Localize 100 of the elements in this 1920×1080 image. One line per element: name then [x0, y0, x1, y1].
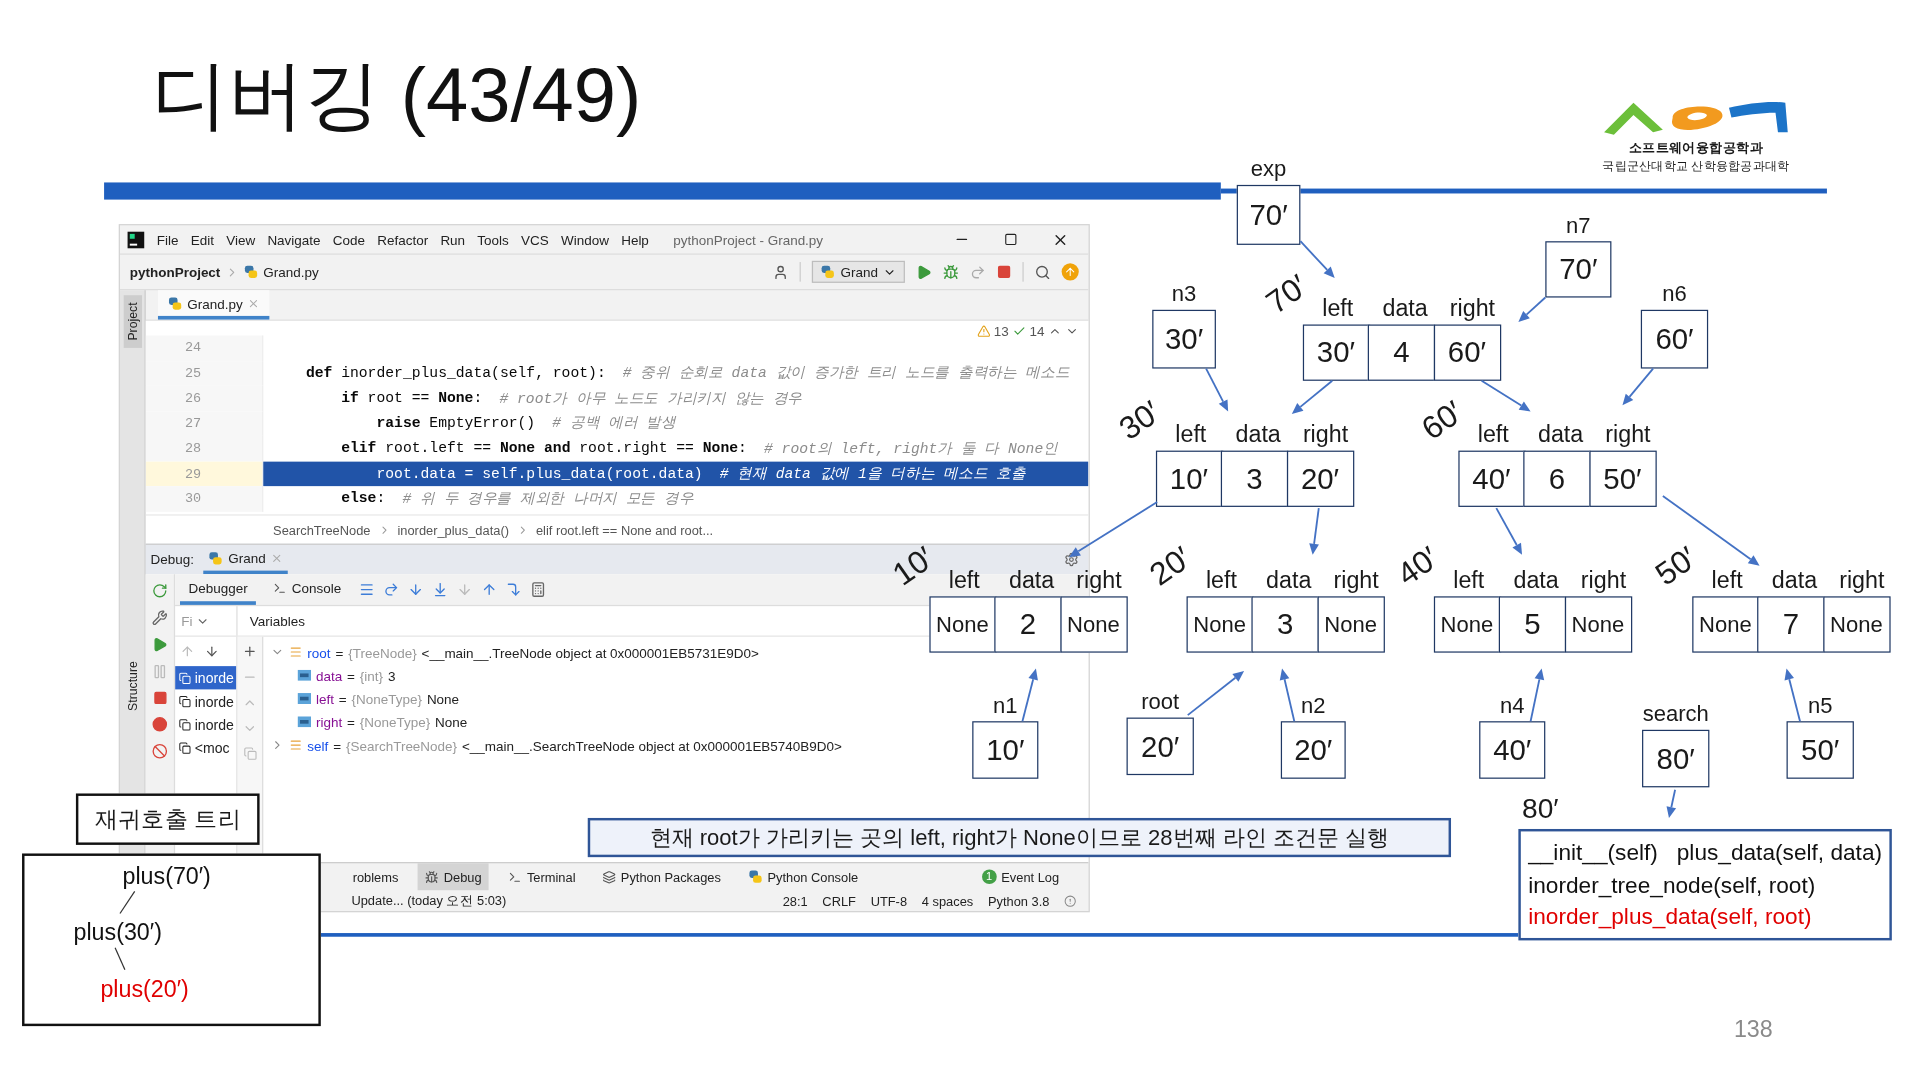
indent-setting[interactable]: 4 spaces — [921, 893, 974, 908]
step-into-icon[interactable] — [407, 581, 424, 598]
equals-sign: = — [347, 667, 355, 683]
bug-icon — [425, 870, 439, 884]
resume-icon[interactable] — [151, 636, 168, 653]
python-icon — [167, 295, 183, 311]
menu-item[interactable]: File — [156, 232, 179, 247]
add-icon[interactable] — [242, 644, 258, 659]
maximize-icon[interactable] — [1004, 232, 1018, 247]
update-icon[interactable] — [1061, 263, 1079, 281]
line-number: 26 — [184, 390, 202, 406]
node-cell: 5 — [1498, 596, 1567, 653]
menu-item[interactable]: Navigate — [267, 232, 321, 247]
search-icon[interactable] — [1034, 263, 1051, 280]
variable-type: {TreeNode} — [348, 644, 417, 660]
menu-item[interactable]: Code — [332, 232, 365, 247]
caption-box: 현재 root가 가리키는 곳의 left, right가 None이므로 28번째 라인 조건문 실행 — [587, 817, 1451, 858]
line-number: 27 — [184, 416, 202, 431]
rerun-icon[interactable] — [151, 582, 168, 599]
line-separator[interactable]: CRLF — [822, 893, 856, 908]
wrench-icon[interactable] — [151, 609, 168, 626]
variable-value: <__main__.TreeNode object at 0x000001EB5731E9D0> — [421, 644, 759, 660]
run-config-dropdown[interactable]: Grand — [812, 260, 905, 283]
run-to-cursor-icon[interactable] — [505, 581, 522, 598]
stack-frame[interactable]: inorde — [175, 689, 237, 713]
pointer-arrow — [1480, 379, 1531, 412]
tool-tab[interactable]: Terminal — [501, 863, 583, 891]
editor-tab[interactable]: Grand.py — [157, 290, 270, 320]
settings-icon[interactable] — [1064, 552, 1079, 567]
reference-box: 10′ — [972, 721, 1039, 779]
equals-sign: = — [335, 644, 344, 660]
variable-value: 3 — [387, 667, 396, 683]
pointer-arrow — [1784, 668, 1801, 723]
tool-tab[interactable]: Python Packages — [595, 863, 729, 891]
menu-item[interactable]: Window — [561, 232, 609, 247]
menu-item[interactable]: Tools — [477, 232, 509, 247]
menu-item[interactable]: Help — [621, 232, 649, 247]
code-line: else: # 위 두 경우를 제외한 나머지 모든 경우 — [340, 489, 695, 510]
node-cell: 7 — [1757, 596, 1825, 653]
node-cell: 3 — [1220, 450, 1289, 507]
field-label: data — [1536, 421, 1585, 449]
side-tab[interactable]: Project — [123, 295, 142, 348]
mute-breakpoints-icon[interactable] — [151, 743, 168, 760]
app-logo-icon — [127, 230, 145, 248]
variable-name: root — [307, 644, 331, 660]
recursion-tree-title: 재귀호출 트리 — [75, 793, 260, 845]
menu-icon[interactable] — [358, 581, 375, 598]
code-crumb[interactable]: inorder_plus_data() — [397, 522, 509, 537]
menu-item[interactable]: Run — [440, 232, 466, 247]
stack-frame[interactable]: <moc — [175, 735, 237, 760]
step-over-icon[interactable] — [382, 581, 399, 598]
field-icon — [297, 693, 311, 705]
menu-item[interactable]: Edit — [190, 232, 214, 247]
side-tab[interactable]: Structure — [123, 654, 142, 719]
cursor-position[interactable]: 28:1 — [782, 893, 808, 908]
reference-box: 40′ — [1479, 721, 1546, 779]
project-crumb[interactable]: pythonProject — [129, 264, 221, 280]
node-name: 60′ — [1413, 392, 1471, 450]
file-crumb[interactable]: Grand.py — [263, 264, 319, 280]
menu-item[interactable]: VCS — [521, 232, 549, 247]
code-line: raise EmptyError() # 공백 에러 발생 — [375, 413, 677, 435]
file-encoding[interactable]: UTF-8 — [870, 893, 908, 908]
stop-icon[interactable] — [996, 264, 1012, 280]
variable-name: data — [315, 667, 343, 683]
variable-value: None — [426, 691, 460, 706]
up-icon[interactable] — [180, 644, 195, 659]
debugger-tab[interactable]: Debugger — [180, 574, 257, 605]
tool-tab[interactable]: Debug — [418, 863, 489, 891]
field-label: data — [1770, 566, 1819, 594]
menu-item[interactable]: View — [226, 232, 256, 247]
pointer-arrow — [1021, 668, 1038, 723]
equals-sign: = — [338, 691, 347, 706]
calculator-icon[interactable] — [529, 581, 546, 598]
line-number: 25 — [184, 365, 202, 381]
passed-count: 14 — [1029, 323, 1045, 338]
code-line: elif root.left == None and root.right == None: # root의 left, right가 둘 다 None인 — [340, 438, 1059, 460]
reference-box: 20′ — [1126, 717, 1194, 776]
field-label: data — [1265, 566, 1313, 594]
node-cell: 40′ — [1457, 450, 1526, 507]
code-crumb[interactable]: SearchTreeNode — [273, 522, 371, 537]
breakpoints-icon[interactable] — [151, 716, 168, 733]
interpreter-setting[interactable]: Python 3.8 — [987, 893, 1050, 908]
reference-box: 30′ — [1152, 309, 1216, 369]
node-cell: None — [1822, 596, 1890, 653]
menu-item[interactable]: Refactor — [377, 232, 429, 247]
terminal-icon — [273, 581, 287, 595]
stack-frame[interactable]: inorde — [175, 712, 237, 736]
down-icon[interactable] — [204, 644, 220, 659]
tool-tab[interactable]: roblems — [345, 863, 406, 891]
stop-icon[interactable] — [152, 690, 168, 706]
pointer-arrow — [1291, 379, 1334, 414]
event-log-tab[interactable]: 1 Event Log — [981, 863, 1060, 891]
object-icon — [289, 738, 303, 752]
tool-tab[interactable]: Python Console — [740, 863, 866, 891]
stack-frame[interactable]: inorde — [175, 666, 237, 690]
field-label: right — [1301, 421, 1350, 449]
debug-icon[interactable] — [942, 263, 959, 280]
code-crumb[interactable]: elif root.left == None and root... — [535, 522, 714, 537]
node-name: 10′ — [884, 537, 942, 595]
debugger-tab[interactable]: Console — [264, 574, 350, 605]
